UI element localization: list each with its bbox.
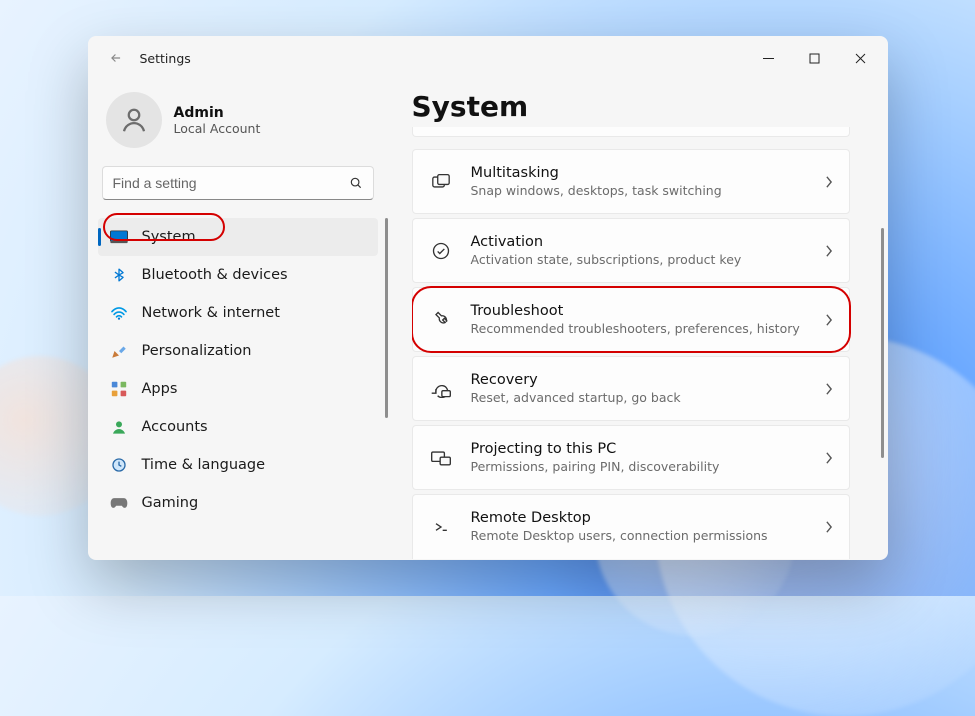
card-recovery[interactable]: Recovery Reset, advanced startup, go bac…	[412, 356, 850, 421]
sidebar-item-label: Network & internet	[142, 305, 280, 321]
sidebar-item-label: Personalization	[142, 343, 252, 359]
card-partial-top	[412, 127, 850, 137]
card-title: Troubleshoot	[471, 302, 800, 321]
sidebar-item-label: Time & language	[142, 457, 266, 473]
window-title: Settings	[140, 51, 191, 66]
card-sub: Reset, advanced startup, go back	[471, 390, 681, 406]
search-input[interactable]	[113, 175, 349, 191]
content: System Multitasking Snap windows, deskto…	[388, 80, 888, 560]
card-sub: Activation state, subscriptions, product…	[471, 252, 742, 268]
sidebar-item-network[interactable]: Network & internet	[98, 294, 378, 332]
maximize-button[interactable]	[792, 42, 838, 74]
remotedesktop-icon	[429, 518, 453, 536]
card-sub: Recommended troubleshooters, preferences…	[471, 321, 800, 337]
sidebar-item-personalization[interactable]: Personalization	[98, 332, 378, 370]
sidebar-item-label: Accounts	[142, 419, 208, 435]
card-sub: Remote Desktop users, connection permiss…	[471, 528, 768, 544]
gaming-icon	[110, 494, 128, 512]
personalization-icon	[110, 342, 128, 360]
user-block[interactable]: Admin Local Account	[98, 80, 378, 166]
projecting-icon	[429, 449, 453, 467]
sidebar-item-bluetooth[interactable]: Bluetooth & devices	[98, 256, 378, 294]
chevron-right-icon	[825, 314, 833, 326]
close-button[interactable]	[838, 42, 884, 74]
time-icon	[110, 456, 128, 474]
card-projecting[interactable]: Projecting to this PC Permissions, pairi…	[412, 425, 850, 490]
titlebar: Settings	[88, 36, 888, 80]
minimize-button[interactable]	[746, 42, 792, 74]
window-controls	[746, 42, 884, 74]
card-remotedesktop[interactable]: Remote Desktop Remote Desktop users, con…	[412, 494, 850, 558]
card-activation[interactable]: Activation Activation state, subscriptio…	[412, 218, 850, 283]
chevron-right-icon	[825, 521, 833, 533]
card-title: Recovery	[471, 371, 681, 390]
chevron-right-icon	[825, 245, 833, 257]
avatar	[106, 92, 162, 148]
sidebar-item-time[interactable]: Time & language	[98, 446, 378, 484]
chevron-right-icon	[825, 383, 833, 395]
content-scrollbar[interactable]	[881, 228, 884, 458]
sidebar-item-gaming[interactable]: Gaming	[98, 484, 378, 522]
recovery-icon	[429, 380, 453, 398]
card-sub: Snap windows, desktops, task switching	[471, 183, 722, 199]
user-name: Admin	[174, 105, 261, 121]
sidebar-item-label: Bluetooth & devices	[142, 267, 288, 283]
card-troubleshoot[interactable]: Troubleshoot Recommended troubleshooters…	[412, 287, 850, 352]
multitasking-icon	[429, 173, 453, 191]
accounts-icon	[110, 418, 128, 436]
sidebar-item-label: System	[142, 229, 196, 245]
card-title: Multitasking	[471, 164, 722, 183]
system-icon	[110, 228, 128, 246]
card-title: Projecting to this PC	[471, 440, 720, 459]
sidebar-item-apps[interactable]: Apps	[98, 370, 378, 408]
bluetooth-icon	[110, 266, 128, 284]
cards-list: Multitasking Snap windows, desktops, tas…	[412, 127, 864, 560]
nav: System Bluetooth & devices Network & int…	[98, 218, 378, 522]
card-multitasking[interactable]: Multitasking Snap windows, desktops, tas…	[412, 149, 850, 214]
back-button[interactable]	[102, 44, 130, 72]
troubleshoot-icon	[429, 310, 453, 330]
network-icon	[110, 304, 128, 322]
sidebar: Admin Local Account System	[88, 80, 388, 560]
search-box[interactable]	[102, 166, 374, 200]
card-title: Remote Desktop	[471, 509, 768, 528]
sidebar-item-label: Apps	[142, 381, 178, 397]
sidebar-item-accounts[interactable]: Accounts	[98, 408, 378, 446]
page-title: System	[412, 80, 864, 127]
apps-icon	[110, 380, 128, 398]
card-title: Activation	[471, 233, 742, 252]
settings-window: Settings Admin Local Account	[88, 36, 888, 560]
sidebar-item-system[interactable]: System	[98, 218, 378, 256]
search-icon	[349, 176, 363, 190]
activation-icon	[429, 241, 453, 261]
sidebar-item-label: Gaming	[142, 495, 199, 511]
chevron-right-icon	[825, 176, 833, 188]
chevron-right-icon	[825, 452, 833, 464]
user-sub: Local Account	[174, 121, 261, 136]
card-sub: Permissions, pairing PIN, discoverabilit…	[471, 459, 720, 475]
